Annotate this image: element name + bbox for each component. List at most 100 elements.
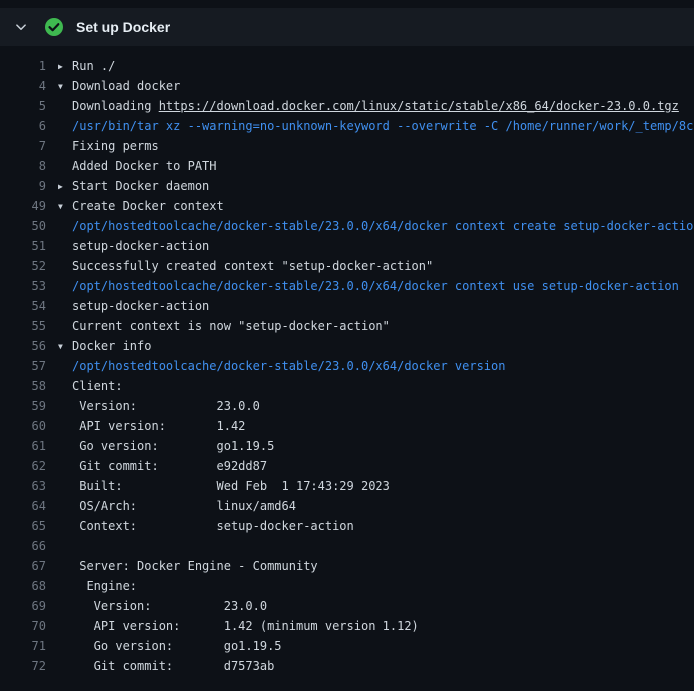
group-collapsed-icon[interactable]: ▶ xyxy=(58,177,72,196)
log-line: 50/opt/hostedtoolcache/docker-stable/23.… xyxy=(0,216,694,236)
log-command-text: /usr/bin/tar xz --warning=no-unknown-key… xyxy=(72,119,694,133)
log-group-label[interactable]: ▶Run ./ xyxy=(58,56,115,76)
line-number[interactable]: 67 xyxy=(0,556,46,576)
line-number[interactable]: 65 xyxy=(0,516,46,536)
log-line: 58 Client: xyxy=(0,376,694,396)
log-span: Context: setup-docker-action xyxy=(72,519,354,533)
log-group-label[interactable]: ▼Docker info xyxy=(58,336,151,356)
line-number[interactable]: 9 xyxy=(0,176,46,196)
line-number[interactable]: 63 xyxy=(0,476,46,496)
log-container: 1▶Run ./4▼Download docker5Downloading ht… xyxy=(0,46,694,676)
line-number[interactable]: 1 xyxy=(0,56,46,76)
log-line: 54 setup-docker-action xyxy=(0,296,694,316)
log-span: setup-docker-action xyxy=(72,239,209,253)
log-span: setup-docker-action xyxy=(72,299,209,313)
group-expanded-icon[interactable]: ▼ xyxy=(58,77,72,96)
log-span: Fixing perms xyxy=(72,139,159,153)
log-span: Start Docker daemon xyxy=(72,179,209,193)
log-group-label[interactable]: ▼Create Docker context xyxy=(58,196,224,216)
log-text: Server: Docker Engine - Community xyxy=(58,556,318,576)
line-number[interactable]: 66 xyxy=(0,536,46,556)
log-line: 67 Server: Docker Engine - Community xyxy=(0,556,694,576)
log-text: setup-docker-action xyxy=(58,236,209,256)
line-number[interactable]: 59 xyxy=(0,396,46,416)
log-line: 68 Engine: xyxy=(0,576,694,596)
log-text: Successfully created context "setup-dock… xyxy=(58,256,433,276)
log-line[interactable]: 56 ▼Docker info xyxy=(0,336,694,356)
chevron-down-icon[interactable] xyxy=(13,19,29,35)
log-span: Added Docker to PATH xyxy=(72,159,217,173)
log-text: /opt/hostedtoolcache/docker-stable/23.0.… xyxy=(58,216,694,236)
log-line: 70 API version: 1.42 (minimum version 1.… xyxy=(0,616,694,636)
line-number[interactable]: 60 xyxy=(0,416,46,436)
log-span: API version: 1.42 xyxy=(72,419,245,433)
line-number[interactable]: 5 xyxy=(0,96,46,116)
line-number[interactable]: 68 xyxy=(0,576,46,596)
log-group-label[interactable]: ▼Download docker xyxy=(58,76,180,96)
line-number[interactable]: 61 xyxy=(0,436,46,456)
group-expanded-icon[interactable]: ▼ xyxy=(58,337,72,356)
line-number[interactable]: 53 xyxy=(0,276,46,296)
step-header[interactable]: Set up Docker xyxy=(0,8,694,46)
log-text: API version: 1.42 (minimum version 1.12) xyxy=(58,616,419,636)
log-line: 61 Go version: go1.19.5 xyxy=(0,436,694,456)
line-number[interactable]: 54 xyxy=(0,296,46,316)
log-text: Version: 23.0.0 xyxy=(58,596,267,616)
line-number[interactable]: 69 xyxy=(0,596,46,616)
group-expanded-icon[interactable]: ▼ xyxy=(58,197,72,216)
log-line[interactable]: 1 ▶Run ./ xyxy=(0,56,694,76)
log-command-text: /opt/hostedtoolcache/docker-stable/23.0.… xyxy=(72,279,679,293)
line-number[interactable]: 55 xyxy=(0,316,46,336)
line-number[interactable]: 50 xyxy=(0,216,46,236)
line-number[interactable]: 6 xyxy=(0,116,46,136)
line-number[interactable]: 7 xyxy=(0,136,46,156)
line-number[interactable]: 52 xyxy=(0,256,46,276)
log-span: Successfully created context "setup-dock… xyxy=(72,259,433,273)
log-span: Docker info xyxy=(72,339,151,353)
log-line: 7 Fixing perms xyxy=(0,136,694,156)
line-number[interactable]: 8 xyxy=(0,156,46,176)
line-number[interactable]: 56 xyxy=(0,336,46,356)
log-line: 59 Version: 23.0.0 xyxy=(0,396,694,416)
log-command-text: /opt/hostedtoolcache/docker-stable/23.0.… xyxy=(72,219,694,233)
log-text: /opt/hostedtoolcache/docker-stable/23.0.… xyxy=(58,276,679,296)
log-group-label[interactable]: ▶Start Docker daemon xyxy=(58,176,209,196)
line-number[interactable]: 51 xyxy=(0,236,46,256)
line-number[interactable]: 64 xyxy=(0,496,46,516)
log-line: 69 Version: 23.0.0 xyxy=(0,596,694,616)
log-command-text: /opt/hostedtoolcache/docker-stable/23.0.… xyxy=(72,359,505,373)
log-line[interactable]: 49 ▼Create Docker context xyxy=(0,196,694,216)
line-number[interactable]: 57 xyxy=(0,356,46,376)
line-number[interactable]: 58 xyxy=(0,376,46,396)
log-span: Client: xyxy=(72,379,123,393)
log-text: Added Docker to PATH xyxy=(58,156,217,176)
log-line: 55 Current context is now "setup-docker-a… xyxy=(0,316,694,336)
log-span: Download docker xyxy=(72,79,180,93)
line-number[interactable]: 4 xyxy=(0,76,46,96)
log-text xyxy=(58,536,72,556)
log-line: 52 Successfully created context "setup-do… xyxy=(0,256,694,276)
log-text: Engine: xyxy=(58,576,137,596)
log-line: 62 Git commit: e92dd87 xyxy=(0,456,694,476)
log-line: 63 Built: Wed Feb 1 17:43:29 2023 xyxy=(0,476,694,496)
log-text: Downloading https://download.docker.com/… xyxy=(58,96,679,116)
log-line[interactable]: 9 ▶Start Docker daemon xyxy=(0,176,694,196)
log-text: Git commit: d7573ab xyxy=(58,656,274,676)
log-text: Built: Wed Feb 1 17:43:29 2023 xyxy=(58,476,390,496)
log-span: Create Docker context xyxy=(72,199,224,213)
log-text: Git commit: e92dd87 xyxy=(58,456,267,476)
log-text: API version: 1.42 xyxy=(58,416,245,436)
log-line: 72 Git commit: d7573ab xyxy=(0,656,694,676)
log-line: 64 OS/Arch: linux/amd64 xyxy=(0,496,694,516)
group-collapsed-icon[interactable]: ▶ xyxy=(58,57,72,76)
line-number[interactable]: 71 xyxy=(0,636,46,656)
log-span: Git commit: e92dd87 xyxy=(72,459,267,473)
line-number[interactable]: 70 xyxy=(0,616,46,636)
log-text: OS/Arch: linux/amd64 xyxy=(58,496,296,516)
log-line[interactable]: 4 ▼Download docker xyxy=(0,76,694,96)
line-number[interactable]: 72 xyxy=(0,656,46,676)
line-number[interactable]: 49 xyxy=(0,196,46,216)
log-link[interactable]: https://download.docker.com/linux/static… xyxy=(159,99,679,113)
line-number[interactable]: 62 xyxy=(0,456,46,476)
log-text: Current context is now "setup-docker-act… xyxy=(58,316,390,336)
